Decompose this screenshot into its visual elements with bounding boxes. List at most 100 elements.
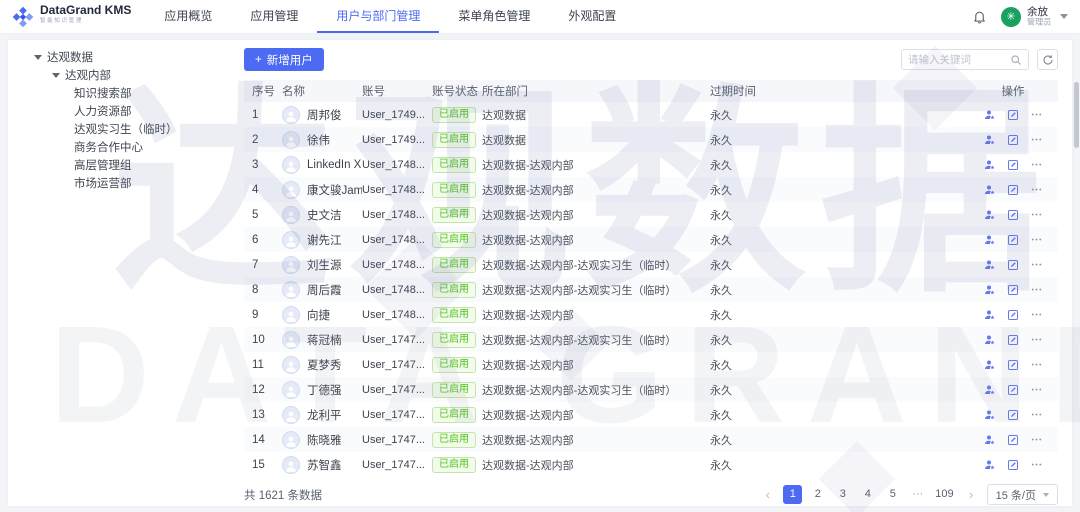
tree-item-7[interactable]: 市场运营部 xyxy=(8,174,234,192)
table-row: 8周后霞User_1748...已启用达观数据-达观内部-达观实习生（临时）永久 xyxy=(244,277,1058,302)
page-size-select[interactable]: 15 条/页 xyxy=(987,484,1058,505)
more-icon[interactable] xyxy=(1030,258,1043,271)
expire-time: 永久 xyxy=(710,182,974,198)
more-icon[interactable] xyxy=(1030,308,1043,321)
expire-time: 永久 xyxy=(710,132,974,148)
logo: DataGrand KMS 智能知识管理 xyxy=(12,0,131,33)
more-icon[interactable] xyxy=(1030,208,1043,221)
app-subtitle: 智能知识管理 xyxy=(40,16,95,24)
edit-icon[interactable] xyxy=(1007,309,1019,321)
tree-item-3[interactable]: 人力资源部 xyxy=(8,102,234,120)
edit-icon[interactable] xyxy=(1007,409,1019,421)
more-icon[interactable] xyxy=(1030,408,1043,421)
toolbar: + 新增用户 xyxy=(244,48,1058,71)
user-permission-icon[interactable] xyxy=(984,384,996,396)
user-account: User_1747... xyxy=(362,459,432,471)
edit-icon[interactable] xyxy=(1007,434,1019,446)
user-department: 达观数据-达观内部 xyxy=(482,182,710,198)
user-department: 达观数据-达观内部 xyxy=(482,307,710,323)
user-avatar-icon: ✳ xyxy=(1001,7,1021,27)
edit-icon[interactable] xyxy=(1007,384,1019,396)
nav-tab-4[interactable]: 外观配置 xyxy=(549,0,635,33)
more-icon[interactable] xyxy=(1030,133,1043,146)
more-icon[interactable] xyxy=(1030,458,1043,471)
user-permission-icon[interactable] xyxy=(984,209,996,221)
user-permission-icon[interactable] xyxy=(984,334,996,346)
more-icon[interactable] xyxy=(1030,358,1043,371)
user-permission-icon[interactable] xyxy=(984,359,996,371)
table-row: 11夏梦秀User_1747...已启用达观数据-达观内部永久 xyxy=(244,352,1058,377)
more-icon[interactable] xyxy=(1030,333,1043,346)
status-badge: 已启用 xyxy=(432,407,476,423)
add-user-button[interactable]: + 新增用户 xyxy=(244,48,324,71)
edit-icon[interactable] xyxy=(1007,359,1019,371)
user-department: 达观数据-达观内部 xyxy=(482,157,710,173)
page-button-1[interactable]: 1 xyxy=(783,485,802,504)
more-icon[interactable] xyxy=(1030,108,1043,121)
tree-item-4[interactable]: 达观实习生（临时） xyxy=(8,120,234,138)
tree-item-2[interactable]: 知识搜索部 xyxy=(8,84,234,102)
edit-icon[interactable] xyxy=(1007,184,1019,196)
edit-icon[interactable] xyxy=(1007,109,1019,121)
user-permission-icon[interactable] xyxy=(984,459,996,471)
scrollbar-thumb[interactable] xyxy=(1074,82,1079,148)
status-badge: 已启用 xyxy=(432,382,476,398)
user-permission-icon[interactable] xyxy=(984,409,996,421)
more-icon[interactable] xyxy=(1030,183,1043,196)
page-ellipsis: ··· xyxy=(908,485,927,504)
user-avatar-icon xyxy=(282,406,300,424)
search-input[interactable] xyxy=(908,54,1010,66)
edit-icon[interactable] xyxy=(1007,159,1019,171)
more-icon[interactable] xyxy=(1030,383,1043,396)
edit-icon[interactable] xyxy=(1007,259,1019,271)
user-permission-icon[interactable] xyxy=(984,159,996,171)
more-icon[interactable] xyxy=(1030,433,1043,446)
page-button-5[interactable]: 5 xyxy=(883,485,902,504)
tree-item-0[interactable]: 达观数据 xyxy=(8,48,234,66)
tree-item-5[interactable]: 商务合作中心 xyxy=(8,138,234,156)
next-page-button[interactable]: › xyxy=(962,485,981,504)
prev-page-button[interactable]: ‹ xyxy=(758,485,777,504)
nav-tab-0[interactable]: 应用概览 xyxy=(145,0,231,33)
user-permission-icon[interactable] xyxy=(984,234,996,246)
user-department: 达观数据 xyxy=(482,107,710,123)
user-permission-icon[interactable] xyxy=(984,184,996,196)
edit-icon[interactable] xyxy=(1007,209,1019,221)
current-user-role: 管理员 xyxy=(1027,17,1051,26)
page-button-4[interactable]: 4 xyxy=(858,485,877,504)
column-header: 账号 xyxy=(362,83,432,99)
user-name: LinkedIn Xuelu xyxy=(307,159,362,171)
more-icon[interactable] xyxy=(1030,158,1043,171)
more-icon[interactable] xyxy=(1030,233,1043,246)
tree-item-1[interactable]: 达观内部 xyxy=(8,66,234,84)
user-avatar-icon xyxy=(282,306,300,324)
expire-time: 永久 xyxy=(710,432,974,448)
user-permission-icon[interactable] xyxy=(984,109,996,121)
edit-icon[interactable] xyxy=(1007,134,1019,146)
user-name: 陈晓雅 xyxy=(307,432,342,448)
page-button-3[interactable]: 3 xyxy=(833,485,852,504)
chevron-down-icon xyxy=(1060,14,1068,19)
user-permission-icon[interactable] xyxy=(984,434,996,446)
more-icon[interactable] xyxy=(1030,283,1043,296)
tree-item-6[interactable]: 高层管理组 xyxy=(8,156,234,174)
edit-icon[interactable] xyxy=(1007,459,1019,471)
page-size-value: 15 条/页 xyxy=(996,487,1036,503)
nav-tab-3[interactable]: 菜单角色管理 xyxy=(439,0,549,33)
user-permission-icon[interactable] xyxy=(984,259,996,271)
edit-icon[interactable] xyxy=(1007,284,1019,296)
nav-tab-1[interactable]: 应用管理 xyxy=(231,0,317,33)
user-permission-icon[interactable] xyxy=(984,284,996,296)
nav-tab-2[interactable]: 用户与部门管理 xyxy=(317,0,439,33)
user-permission-icon[interactable] xyxy=(984,309,996,321)
edit-icon[interactable] xyxy=(1007,334,1019,346)
user-menu[interactable]: ✳ 余放 管理员 xyxy=(1001,7,1068,27)
column-header: 序号 xyxy=(252,83,282,99)
page-button-2[interactable]: 2 xyxy=(808,485,827,504)
tree-item-label: 达观内部 xyxy=(65,67,111,83)
edit-icon[interactable] xyxy=(1007,234,1019,246)
user-permission-icon[interactable] xyxy=(984,134,996,146)
notification-bell-icon[interactable] xyxy=(972,9,987,24)
page-button-109[interactable]: 109 xyxy=(933,485,955,504)
refresh-button[interactable] xyxy=(1037,49,1058,70)
